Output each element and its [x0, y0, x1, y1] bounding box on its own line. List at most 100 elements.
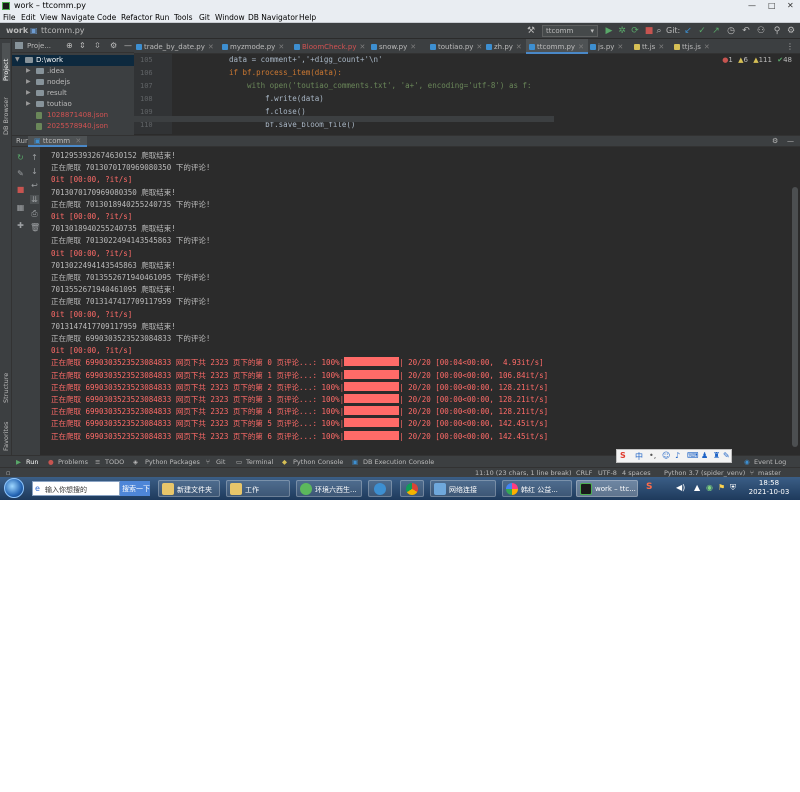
db-browser-tool-button[interactable]: DB Browser [2, 87, 10, 135]
ime-language-toggle[interactable]: 中 [635, 451, 643, 462]
volume-icon[interactable]: ◀) [676, 483, 685, 492]
close-icon[interactable]: ✕ [278, 43, 284, 51]
ime-voice-icon[interactable]: ♪ [675, 451, 680, 460]
tab-python-console[interactable]: Python Console [293, 458, 343, 466]
run-tab[interactable]: ▣ ttcomm ✕ [28, 136, 88, 147]
tab-db-execution-console[interactable]: DB Execution Console [363, 458, 434, 466]
git-history-icon[interactable]: ◷ [726, 26, 736, 36]
tab-toutiao[interactable]: toutiao.py ✕ [430, 39, 490, 54]
taskbar-item-chrome[interactable] [400, 480, 424, 497]
inspection-widget[interactable]: ●1 ▲6 ▲111 ✔48 [722, 56, 792, 64]
tree-item-idea[interactable]: ▶ .idea [12, 66, 134, 77]
project-view-select[interactable]: Proje... [27, 42, 51, 50]
build-hammer-icon[interactable]: ⚒ [526, 26, 536, 36]
user-icon[interactable]: ⚇ [756, 26, 766, 36]
locate-file-icon[interactable]: ⊕ [66, 41, 73, 50]
debug-icon[interactable]: ✲ [617, 26, 627, 36]
taskbar-item-network[interactable]: 网络连接 [430, 480, 496, 497]
git-push-icon[interactable]: ↗ [711, 26, 721, 36]
maximize-button[interactable]: □ [768, 1, 776, 10]
menu-git[interactable]: Git [199, 13, 210, 22]
taskbar-search-button[interactable]: 搜索一下 [120, 481, 150, 496]
network-tray-icon[interactable]: ◉ [706, 483, 713, 492]
system-clock[interactable]: 18:58 2021-10-03 [744, 479, 794, 497]
caret-position[interactable]: 11:10 (23 chars, 1 line break) [475, 469, 571, 477]
taskbar-item-cloud[interactable] [368, 480, 392, 497]
start-button[interactable] [4, 478, 24, 498]
tree-item-json-file[interactable]: 2025578940.json [12, 121, 134, 132]
line-separator[interactable]: CRLF [576, 469, 592, 477]
breadcrumb-project[interactable]: work [6, 26, 28, 35]
tab-run[interactable]: Run [26, 458, 38, 466]
python-interpreter[interactable]: Python 3.7 (spider_venv) [664, 469, 745, 477]
ime-user-icon[interactable]: ♟ [701, 451, 708, 460]
stop-icon[interactable]: ■ [644, 26, 654, 36]
taskbar-item-environment[interactable]: 环境六西生... [296, 480, 362, 497]
taskbar-item-work-folder[interactable]: 工作 [226, 480, 290, 497]
tab-problems[interactable]: Problems [58, 458, 88, 466]
project-tool-button[interactable]: Project [2, 43, 10, 81]
ime-punctuation-icon[interactable]: •, [649, 451, 656, 460]
run-config-select[interactable]: ttcomm ▾ [542, 25, 598, 37]
git-commit-icon[interactable]: ✓ [697, 26, 707, 36]
tab-menu-icon[interactable]: ⋮ [786, 42, 794, 51]
arrow-down-icon[interactable]: ↓ [30, 167, 39, 176]
indent-setting[interactable]: 4 spaces [622, 469, 651, 477]
close-icon[interactable]: ✕ [476, 43, 482, 51]
close-icon[interactable]: ✕ [75, 137, 81, 145]
menu-window[interactable]: Window [215, 13, 245, 22]
menu-run[interactable]: Run [155, 13, 169, 22]
ime-tools-icon[interactable]: ✎ [723, 451, 730, 460]
scroll-to-end-icon[interactable]: ⇊ [30, 195, 39, 204]
stop-icon[interactable]: ■ [16, 185, 25, 194]
favorites-tool-button[interactable]: Favorites [2, 411, 10, 451]
close-icon[interactable]: ✕ [516, 43, 522, 51]
menu-code[interactable]: Code [97, 13, 116, 22]
taskbar-item-browser[interactable]: 韩红 公益... [502, 480, 572, 497]
close-icon[interactable]: ✕ [208, 43, 214, 51]
tab-todo[interactable]: TODO [105, 458, 124, 466]
collapse-all-icon[interactable]: ⇳ [94, 41, 101, 50]
close-icon[interactable]: ✕ [578, 43, 584, 51]
structure-tool-button[interactable]: Structure [2, 361, 10, 403]
taskbar-item-pycharm[interactable]: work – ttc... [576, 480, 638, 497]
tree-item-toutiao[interactable]: ▶ toutiao [12, 99, 134, 110]
tab-bloomcheck[interactable]: BloomCheck.py ✕ [294, 39, 370, 54]
layout-icon[interactable]: ▦ [16, 203, 25, 212]
shield-icon[interactable]: ⛨ [730, 483, 736, 493]
tab-event-log[interactable]: Event Log [754, 458, 786, 466]
tab-js-py[interactable]: js.py ✕ [590, 39, 638, 54]
taskbar-search-input[interactable]: e 输入你想搜的 [32, 481, 120, 496]
hide-panel-icon[interactable]: — [124, 41, 132, 50]
tab-myzmode[interactable]: myzmode.py ✕ [222, 39, 292, 54]
menu-help[interactable]: Help [299, 13, 316, 22]
arrow-up-icon[interactable]: ↑ [30, 153, 39, 162]
menu-refactor[interactable]: Refactor [121, 13, 152, 22]
scrollbar-thumb[interactable] [792, 187, 798, 447]
run-console[interactable]: 7012953932674630152 爬取结束! 正在爬取 7013070170… [48, 147, 790, 455]
pin-icon[interactable]: ✚ [16, 221, 25, 230]
tray-icon[interactable]: ▲ [694, 483, 700, 492]
close-icon[interactable]: ✕ [704, 43, 710, 51]
menu-view[interactable]: View [40, 13, 58, 22]
print-icon[interactable]: ⎙ [30, 209, 39, 218]
settings-icon[interactable]: ⚙ [786, 26, 796, 36]
menu-edit[interactable]: Edit [21, 13, 36, 22]
gear-icon[interactable]: ⚙ [772, 137, 778, 145]
breadcrumb-file[interactable]: ttcomm.py [41, 26, 85, 35]
tab-snow[interactable]: snow.py ✕ [371, 39, 428, 54]
tab-terminal[interactable]: Terminal [246, 458, 273, 466]
soft-wrap-icon[interactable]: ↩ [30, 181, 39, 190]
close-icon[interactable]: ✕ [658, 43, 664, 51]
tab-tt-js[interactable]: tt.js ✕ [634, 39, 676, 54]
ime-keyboard-icon[interactable]: ⌨ [687, 451, 699, 460]
sogou-tray-icon[interactable]: S [646, 482, 652, 492]
trash-icon[interactable]: 🗑 [30, 223, 40, 232]
rerun-icon[interactable]: ⟳ [630, 26, 640, 36]
tab-git[interactable]: Git [216, 458, 225, 466]
tree-item-nodejs[interactable]: ▶ nodejs [12, 77, 134, 88]
run-icon[interactable]: ▶ [604, 26, 614, 36]
tab-ttjs-js[interactable]: ttjs.js ✕ [674, 39, 722, 54]
git-branch[interactable]: master [758, 469, 781, 477]
close-icon[interactable]: ✕ [359, 43, 365, 51]
